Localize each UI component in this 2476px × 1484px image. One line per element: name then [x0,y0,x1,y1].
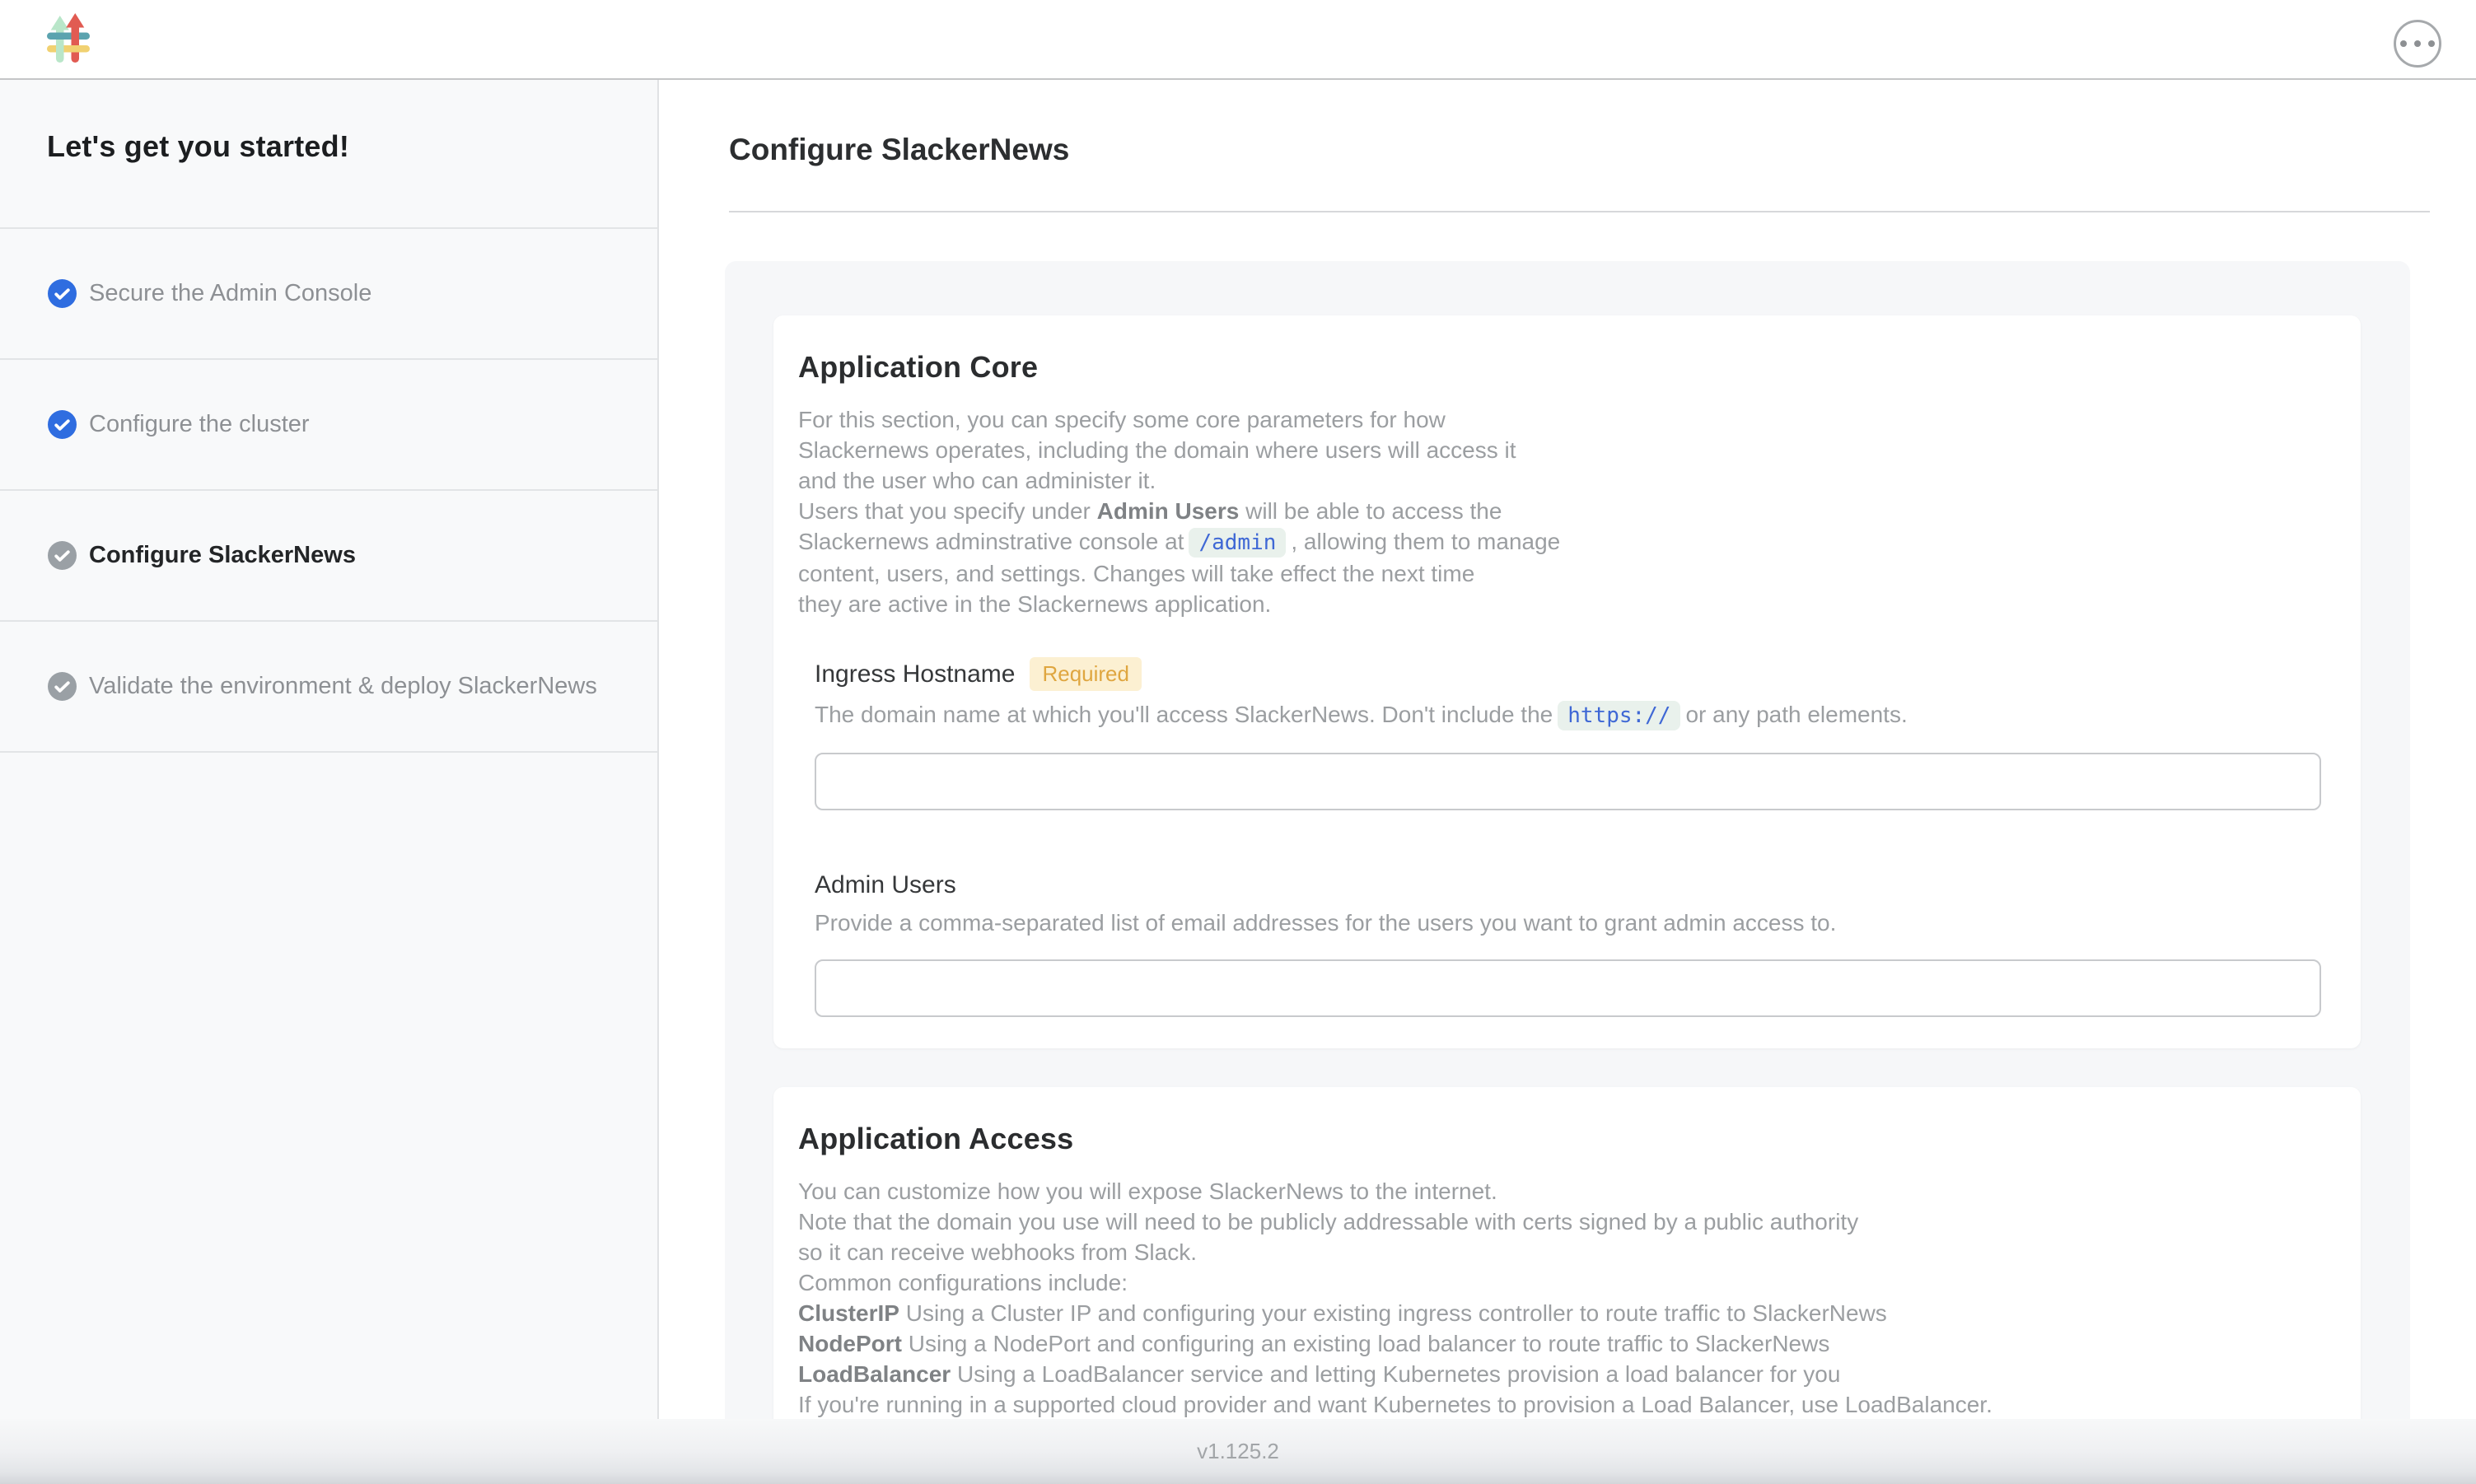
required-badge: Required [1030,657,1142,691]
admin-users-help: Provide a comma-separated list of email … [815,908,2321,938]
application-core-card: Application Core For this section, you c… [773,315,2361,1048]
config-panel: Application Core For this section, you c… [725,261,2410,1419]
admin-users-emphasis: Admin Users [1097,498,1240,524]
admin-path-code-chip: /admin [1189,528,1286,558]
application-access-heading: Application Access [798,1122,2321,1156]
description-line: NodePort Using a NodePort and configurin… [798,1328,2321,1359]
description-line: LoadBalancer Using a LoadBalancer servic… [798,1359,2321,1389]
description-line: Common configurations include: [798,1267,2321,1298]
admin-users-field: Admin Users Provide a comma-separated li… [815,871,2321,1017]
sidebar-step-configure-slackernews[interactable]: Configure SlackerNews [0,491,657,622]
check-circle-icon [48,279,77,308]
version-text: v1.125.2 [1197,1439,1279,1464]
description-line: You can customize how you will expose Sl… [798,1176,2321,1206]
check-circle-icon [48,410,77,439]
sidebar-heading: Let's get you started! [0,80,657,229]
application-core-heading: Application Core [798,350,2321,385]
main-content: Configure SlackerNews Application Core F… [661,80,2476,1419]
step-label: Configure the cluster [89,408,310,440]
description-line: Slackernews adminstrative console at/adm… [798,526,2321,558]
ingress-hostname-field: Ingress Hostname Required The domain nam… [815,657,2321,810]
description-line: they are active in the Slackernews appli… [798,589,2321,619]
slackernews-logo-icon [47,12,90,65]
description-line: Note that the domain you use will need t… [798,1206,2321,1237]
sidebar-step-validate-deploy[interactable]: Validate the environment & deploy Slacke… [0,622,657,753]
description-line: Users that you specify under Admin Users… [798,496,2321,526]
step-label: Configure SlackerNews [89,539,356,571]
ingress-hostname-label: Ingress Hostname [815,660,1015,688]
admin-users-label: Admin Users [815,871,956,899]
application-access-card: Application Access You can customize how… [773,1087,2361,1419]
description-line: Slackernews operates, including the doma… [798,435,2321,465]
step-label: Secure the Admin Console [89,278,371,309]
page-title: Configure SlackerNews [729,133,1069,167]
admin-users-input[interactable] [815,959,2321,1017]
clusterip-emphasis: ClusterIP [798,1300,899,1326]
sidebar-step-secure-admin-console[interactable]: Secure the Admin Console [0,229,657,360]
setup-steps-sidebar: Let's get you started! Secure the Admin … [0,80,659,1419]
sidebar-step-configure-cluster[interactable]: Configure the cluster [0,360,657,491]
ellipsis-icon [2400,40,2435,47]
step-label: Validate the environment & deploy Slacke… [89,670,597,702]
more-options-button[interactable] [2394,20,2441,68]
check-circle-icon [48,541,77,570]
description-line: and the user who can administer it. [798,465,2321,496]
description-line: For this section, you can specify some c… [798,404,2321,435]
description-line: ClusterIP Using a Cluster IP and configu… [798,1298,2321,1328]
application-core-description: For this section, you can specify some c… [798,404,2321,619]
ingress-hostname-input[interactable] [815,753,2321,810]
footer-bar: v1.125.2 [0,1419,2476,1484]
title-divider [729,211,2430,212]
ingress-hostname-help: The domain name at which you'll access S… [815,699,2321,731]
check-circle-icon [48,672,77,701]
top-bar [0,0,2476,80]
application-access-description: You can customize how you will expose Sl… [798,1176,2321,1419]
loadbalancer-emphasis: LoadBalancer [798,1361,951,1387]
description-line: so it can receive webhooks from Slack. [798,1237,2321,1267]
description-line: content, users, and settings. Changes wi… [798,558,2321,589]
nodeport-emphasis: NodePort [798,1331,902,1356]
description-line: If you're running in a supported cloud p… [798,1389,2321,1419]
https-code-chip: https:// [1558,701,1680,730]
